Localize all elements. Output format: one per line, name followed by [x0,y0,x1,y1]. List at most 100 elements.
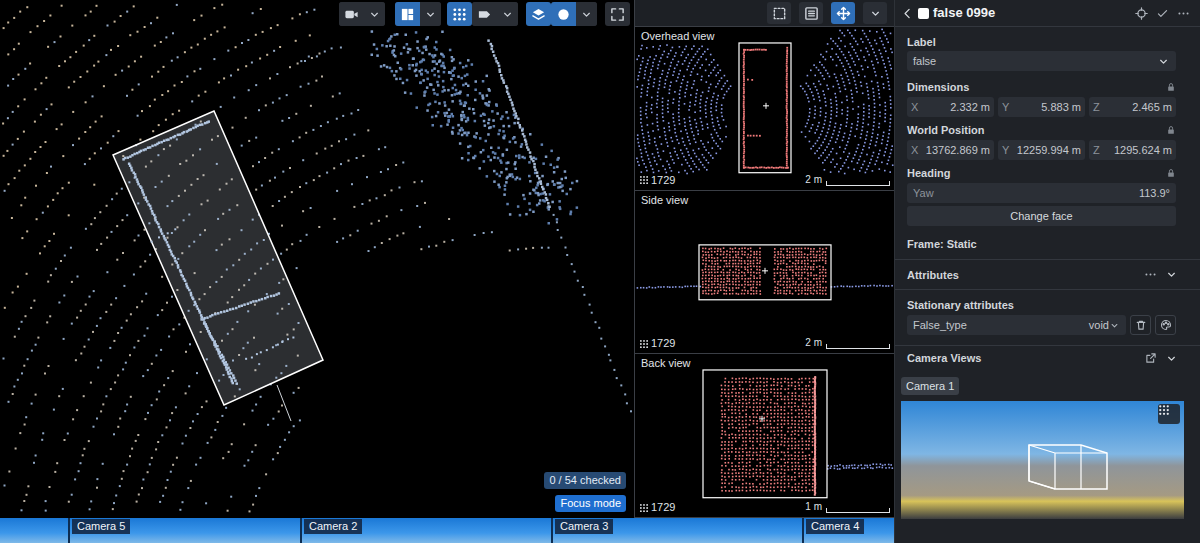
point-count-value: 1729 [651,174,675,187]
collapse-button[interactable] [1165,352,1178,365]
label-display-button[interactable] [472,2,497,26]
camera-thumbnail[interactable]: Camera 2 [300,518,551,543]
chevron-down-icon [1165,268,1178,281]
frame-info: Frame: Static [907,237,1176,251]
camera-icon [344,7,359,22]
camera-views-header[interactable]: Camera Views [895,345,1200,370]
chevron-down-icon [424,8,437,21]
chevron-down-icon [1165,352,1178,365]
toolbar-group [472,2,518,26]
position-field[interactable]: X13762.869 m [907,140,994,160]
checked-badge: 0 / 54 checked [544,472,626,489]
layout-button[interactable] [395,2,420,26]
position-field[interactable]: Y12259.994 m [998,140,1085,160]
more-button[interactable] [1177,7,1190,20]
camera-thumbnail[interactable] [0,518,68,543]
chevron-down-icon [869,7,882,20]
more-icon [1144,268,1157,281]
field-value: 113.9° [1139,186,1170,200]
camera-views: Camera 1 [895,370,1200,519]
move-tool-button[interactable] [831,2,855,24]
views-dropdown[interactable] [863,2,887,24]
scale-bar [826,508,890,513]
toolbar-dropdown[interactable] [576,2,597,26]
main-3d-view[interactable]: 0 / 54 checked Focus mode [0,0,634,518]
chevron-down-icon [501,8,514,21]
view-title: Overhead view [641,30,714,43]
camera-thumbnail[interactable]: Camera 3 [551,518,802,543]
position-field[interactable]: Z1295.624 m [1089,140,1176,160]
attribute-field[interactable]: False_typevoid [907,315,1126,335]
attributes-more-button[interactable] [1144,268,1157,281]
open-external-button[interactable] [1145,352,1157,364]
yaw-field[interactable]: Yaw 113.9° [907,183,1176,203]
section-heading: Heading [907,166,950,180]
move-icon [836,6,851,21]
toolbar-dropdown[interactable] [420,2,441,26]
point-overlay-button[interactable] [1158,404,1180,424]
attribute-color-button[interactable] [1155,315,1176,335]
list-button[interactable] [799,2,823,24]
point-count-value: 1729 [651,337,675,350]
attribute-value: void [1089,318,1109,332]
dimensions-field[interactable]: X2.332 m [907,97,994,117]
toolbar-dropdown[interactable] [497,2,518,26]
point-style-button[interactable] [447,2,472,26]
camera-label: Camera 2 [304,519,362,534]
fullscreen-button[interactable] [605,2,630,26]
view-toolbar [339,2,630,26]
scale-label: 2 m [805,337,822,349]
back-button[interactable] [901,7,914,20]
camera-strip: Camera 5 Camera 2 Camera 3 Camera 4 [0,518,894,543]
section-heading: World Position [907,123,984,137]
object-title: false 099e [933,3,995,23]
delete-attribute-button[interactable] [1130,315,1151,335]
camera-mode-button[interactable] [339,2,364,26]
toolbar-group [551,2,597,26]
axis-label: Y [1002,100,1009,114]
properties-panel: false 099eLabelfalseDimensionsX2.332 mY5… [894,0,1200,543]
camera-thumbnail[interactable]: Camera 5 [68,518,300,543]
projection-view[interactable]: Back view17291 m [635,354,894,518]
projection-view[interactable]: Side view17292 m [635,191,894,355]
axis-label: Z [1093,100,1100,114]
axis-label: Yaw [913,186,934,200]
focus-mode-button[interactable]: Focus mode [555,495,626,512]
chevron-down-icon [368,8,381,21]
focus-object-button[interactable] [1135,7,1148,20]
external-link-icon [1145,352,1157,364]
attributes-header[interactable]: Attributes [895,259,1200,290]
chevron-down-icon [1109,320,1120,331]
back-icon [901,7,914,20]
chevron-down-icon [1157,55,1170,68]
select-value: false [913,54,936,68]
toolbar-dropdown[interactable] [364,2,385,26]
section-heading: Dimensions [907,80,969,94]
point-size-button[interactable] [551,2,576,26]
field-value: 2.465 m [1132,100,1172,114]
point-count-icon [639,339,649,349]
toolbar-group [447,2,472,26]
side-views-toolbar [635,0,894,27]
point-count: 1729 [639,174,675,187]
projection-view[interactable]: Overhead view 1729 2 m [635,27,894,191]
change-face-button[interactable]: Change face [907,206,1176,226]
field-value: 13762.869 m [926,143,990,157]
camera-tab[interactable]: Camera 1 [901,377,959,395]
collapse-button[interactable] [1165,268,1178,281]
camera-label: Camera 4 [806,519,864,534]
camera-image[interactable] [901,401,1184,519]
scale-indicator: 1 m [805,501,890,513]
verify-button[interactable] [1156,7,1169,20]
dimensions-field[interactable]: Z 2.465 m [1089,97,1176,117]
field-value: 12259.994 m [1017,143,1081,157]
layers-icon [531,7,546,22]
select-box-button[interactable] [767,2,791,24]
dimensions-field[interactable]: Y5.883 m [998,97,1085,117]
camera-thumbnail[interactable]: Camera 4 [802,518,894,543]
layers-button[interactable] [526,2,551,26]
panel-header: false 099e [895,0,1200,27]
label-select[interactable]: false [907,51,1176,71]
viewer-area: 0 / 54 checked Focus mode Overhead view 172… [0,0,894,543]
scale-indicator: 2 m [805,174,890,186]
